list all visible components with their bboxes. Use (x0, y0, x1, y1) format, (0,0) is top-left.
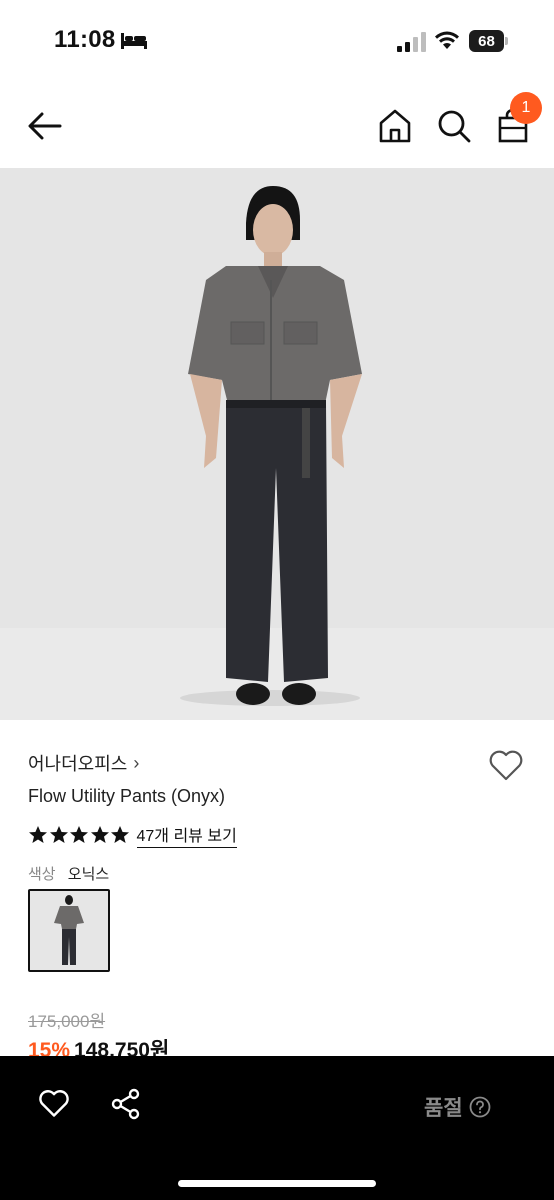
brand-name: 어나더오피스 (28, 754, 128, 774)
battery-indicator: 68 (469, 30, 509, 52)
heart-icon[interactable] (488, 748, 524, 782)
top-nav (0, 84, 554, 168)
status-bar: 11:08 68 (0, 0, 554, 84)
product-name: Flow Utility Pants (Onyx) (28, 786, 226, 806)
signal-icon (397, 32, 426, 52)
star-icon (70, 826, 88, 843)
search-icon[interactable] (436, 108, 472, 144)
color-swatch-onyx[interactable] (28, 889, 110, 972)
battery-cap (505, 37, 508, 45)
star-icon (111, 826, 129, 843)
heart-icon[interactable] (38, 1088, 70, 1118)
status-time: 11:08 (54, 26, 116, 53)
product-image[interactable] (0, 168, 554, 720)
original-price: 175,000원 (28, 1012, 106, 1031)
product-photo (0, 168, 554, 720)
chevron-right-icon: › (133, 752, 140, 773)
star-icon (49, 826, 68, 843)
cart-count-badge: 1 (510, 92, 542, 124)
color-label: 색상 (28, 866, 56, 883)
swatch-thumbnail (30, 891, 108, 970)
bed-icon (121, 33, 147, 49)
share-icon[interactable] (110, 1088, 142, 1120)
review-link[interactable]: 47개 리뷰 보기 (136, 822, 237, 848)
home-icon[interactable] (378, 108, 412, 144)
rating-row: 47개 리뷰 보기 (28, 822, 237, 848)
help-icon[interactable] (469, 1096, 491, 1118)
star-icon (90, 826, 109, 843)
brand-link[interactable]: 어나더오피스 › (28, 750, 139, 776)
wifi-icon (435, 31, 459, 49)
battery-level: 68 (469, 30, 504, 52)
bottom-action-bar: 품절 (0, 1056, 554, 1200)
soldout-status: 품절 (424, 1092, 491, 1122)
color-row: 색상 오닉스 (28, 863, 109, 884)
back-icon[interactable] (26, 110, 64, 142)
soldout-label: 품절 (424, 1097, 463, 1120)
star-icon (29, 826, 47, 843)
color-value: 오닉스 (67, 866, 110, 883)
home-indicator (178, 1180, 376, 1187)
